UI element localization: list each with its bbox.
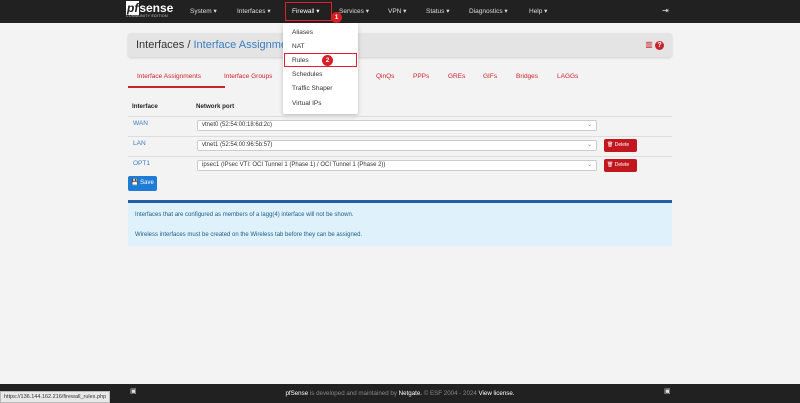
tab-gifs[interactable]: GIFs: [483, 73, 497, 80]
info-text-wireless: Wireless interfaces must be created on t…: [135, 232, 363, 238]
delete-button-lan[interactable]: 🗑 Delete: [604, 139, 637, 152]
divider: [128, 156, 672, 157]
menu-interfaces[interactable]: Interfaces ▾: [237, 7, 271, 15]
menu-diagnostics[interactable]: Diagnostics ▾: [469, 7, 508, 15]
divider: [128, 116, 672, 117]
tab-interface-groups[interactable]: Interface Groups: [224, 73, 272, 80]
netgate-link[interactable]: Netgate.: [399, 390, 422, 397]
header-network-port: Network port: [196, 103, 235, 110]
tab-gres[interactable]: GREs: [448, 73, 465, 80]
help-icon[interactable]: ?: [655, 41, 664, 50]
info-text-lagg: Interfaces that are configured as member…: [135, 212, 354, 218]
trash-icon: 🗑: [607, 142, 614, 148]
network-port-select-wan[interactable]: vtnet0 (52:54:00:18:6d:2c) ⌄: [197, 120, 597, 131]
menu-system[interactable]: System ▾: [190, 7, 217, 15]
delete-button-opt1[interactable]: 🗑 Delete: [604, 159, 637, 172]
menu-vpn[interactable]: VPN ▾: [388, 7, 406, 15]
info-alert: Interfaces that are configured as member…: [128, 200, 672, 246]
logo-subtitle: COMMUNITY EDITION: [126, 14, 168, 18]
breadcrumb-parent[interactable]: Interfaces /: [136, 39, 190, 51]
tab-qinqs[interactable]: QinQs: [376, 73, 394, 80]
network-port-select-lan[interactable]: vtnet1 (52:54:00:96:5b:57) ⌄: [197, 140, 597, 151]
view-license-link[interactable]: View license.: [479, 390, 515, 397]
annotation-badge-2: 2: [322, 55, 333, 66]
footer-copyright: © ESF 2004 - 2024: [422, 390, 479, 397]
header-interface: Interface: [132, 103, 158, 110]
top-navbar: pfsense COMMUNITY EDITION System ▾ Inter…: [0, 0, 800, 23]
logout-icon[interactable]: ⇥: [662, 6, 669, 15]
footer-brand: pfSense: [285, 390, 309, 397]
active-tab-indicator: [128, 86, 225, 88]
interface-opt1[interactable]: OPT1: [133, 160, 150, 167]
status-bar-url: https://136.144.162.216/firewall_rules.p…: [0, 391, 111, 403]
interface-lan[interactable]: LAN: [133, 140, 146, 147]
tab-interface-assignments[interactable]: Interface Assignments: [137, 73, 201, 80]
tab-laggs[interactable]: LAGGs: [557, 73, 578, 80]
scroll-top-icon[interactable]: ▣: [664, 387, 671, 395]
menu-item-schedules[interactable]: Schedules: [292, 71, 322, 78]
chevron-down-icon: ⌄: [586, 142, 592, 148]
footer: pfSense is developed and maintained by N…: [0, 384, 800, 403]
firewall-dropdown-menu: Aliases NAT Rules Schedules Traffic Shap…: [283, 23, 358, 114]
menu-help[interactable]: Help ▾: [529, 7, 547, 15]
highlight-box-firewall: [285, 2, 332, 21]
menu-item-virtual-ips[interactable]: Virtual IPs: [292, 100, 322, 107]
menu-services[interactable]: Services ▾: [339, 7, 369, 15]
annotation-badge-1: 1: [331, 12, 342, 23]
save-button[interactable]: 💾 Save: [128, 176, 157, 191]
menu-item-traffic-shaper[interactable]: Traffic Shaper: [292, 85, 332, 92]
menu-item-nat[interactable]: NAT: [292, 43, 305, 50]
save-icon: 💾: [131, 180, 139, 186]
trash-icon: 🗑: [607, 162, 614, 168]
highlight-box-rules: [284, 53, 357, 67]
chevron-down-icon: ⌄: [586, 122, 592, 128]
footer-text: is developed and maintained by: [308, 390, 399, 397]
breadcrumb: Interfaces / Interface Assignments ▥ ?: [128, 33, 672, 57]
logo-text: sense: [139, 1, 174, 15]
chevron-down-icon: ⌄: [586, 162, 592, 168]
pfsense-logo[interactable]: pfsense COMMUNITY EDITION: [126, 1, 174, 18]
menu-status[interactable]: Status ▾: [426, 7, 450, 15]
chart-icon[interactable]: ▥: [645, 40, 653, 49]
network-port-select-opt1[interactable]: ipsec1 (IPsec VTI: OCI Tunnel 1 (Phase 1…: [197, 160, 597, 171]
interface-wan[interactable]: WAN: [133, 120, 148, 127]
logo-prefix: pf: [126, 1, 140, 15]
menu-item-aliases[interactable]: Aliases: [292, 29, 313, 36]
expand-icon[interactable]: ▣: [130, 387, 137, 395]
tab-bridges[interactable]: Bridges: [516, 73, 538, 80]
divider: [128, 136, 672, 137]
tab-ppps[interactable]: PPPs: [413, 73, 429, 80]
